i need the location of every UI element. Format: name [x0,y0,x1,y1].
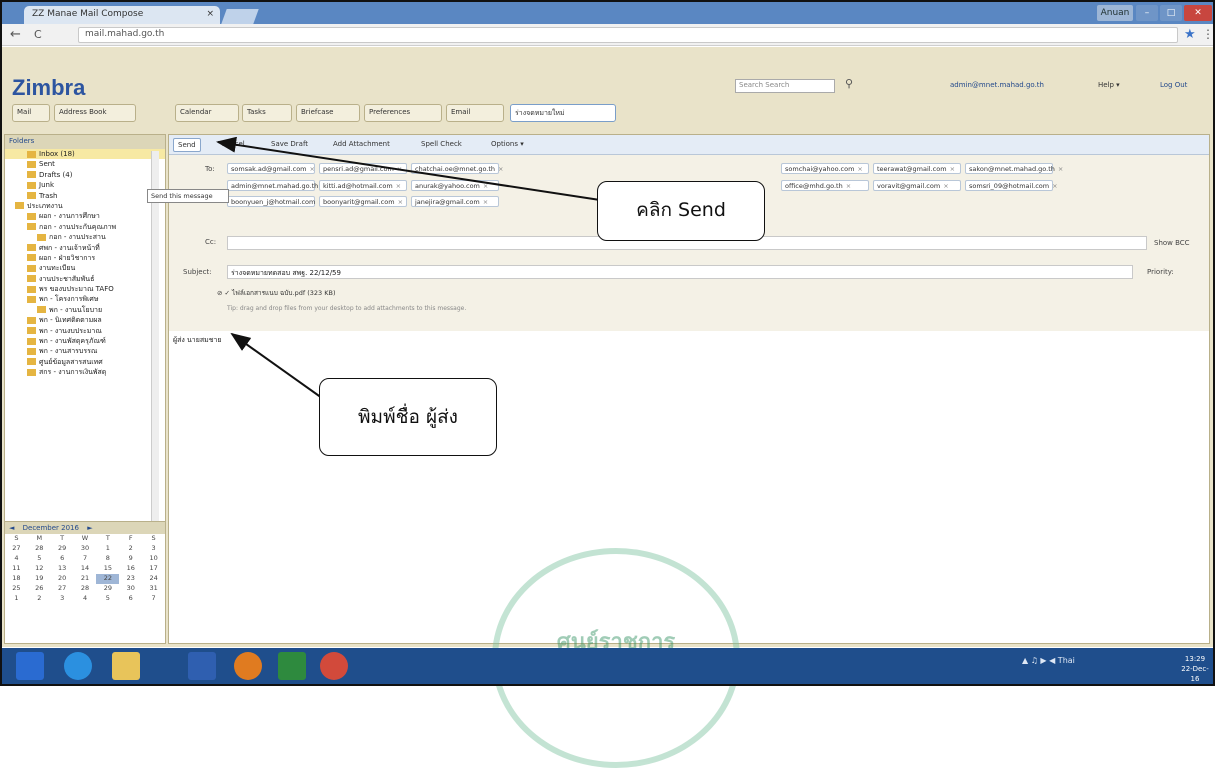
outer-frame [0,0,1215,686]
